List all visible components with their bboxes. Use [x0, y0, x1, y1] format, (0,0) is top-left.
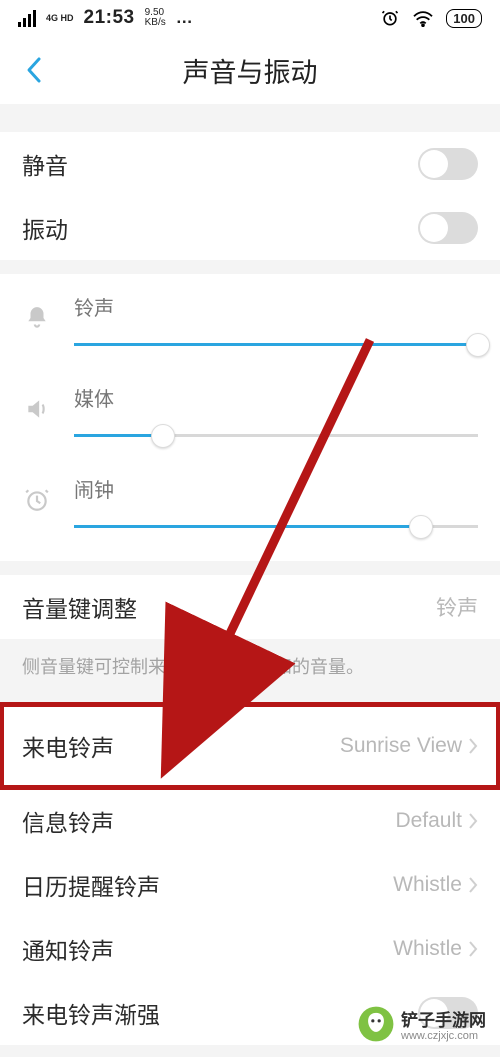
- volume-key-label: 音量键调整: [22, 590, 137, 624]
- volume-key-row[interactable]: 音量键调整 铃声: [0, 575, 500, 639]
- alarm-slider[interactable]: [74, 511, 478, 541]
- media-slider-label: 媒体: [74, 383, 478, 412]
- crescendo-label: 来电铃声渐强: [22, 996, 160, 1030]
- volume-sliders: 铃声 媒体 闹钟: [0, 274, 500, 561]
- notification-ringtone-value: Whistle: [393, 937, 462, 961]
- chevron-right-icon: [468, 940, 478, 958]
- status-bar: 4G HD 21:53 9.50KB/s … 100: [0, 0, 500, 36]
- alarm-slider-row: 闹钟: [0, 456, 500, 561]
- media-slider[interactable]: [74, 420, 478, 450]
- volume-key-note: 侧音量键可控制来电、信息和通知的音量。: [0, 639, 500, 703]
- chevron-right-icon: [468, 812, 478, 830]
- mute-row[interactable]: 静音: [0, 132, 500, 196]
- vibrate-toggle[interactable]: [418, 212, 478, 244]
- back-button[interactable]: [18, 54, 50, 86]
- message-ringtone-label: 信息铃声: [22, 804, 114, 838]
- incoming-ringtone-label: 来电铃声: [22, 729, 114, 763]
- alarm-slider-label: 闹钟: [74, 474, 478, 503]
- ringtone-slider-row: 铃声: [0, 274, 500, 365]
- chevron-right-icon: [468, 737, 478, 755]
- wifi-icon: [412, 9, 434, 27]
- incoming-ringtone-value: Sunrise View: [340, 734, 462, 758]
- mute-toggle[interactable]: [418, 148, 478, 180]
- volume-key-value: 铃声: [436, 592, 478, 622]
- media-slider-row: 媒体: [0, 365, 500, 456]
- alarm-icon: [380, 8, 400, 28]
- chevron-left-icon: [25, 56, 43, 84]
- clock-icon: [22, 480, 52, 520]
- notification-ringtone-row[interactable]: 通知铃声 Whistle: [0, 917, 500, 981]
- network-badge: 4G HD: [46, 14, 74, 23]
- crescendo-row[interactable]: 来电铃声渐强: [0, 981, 500, 1045]
- speaker-icon: [22, 389, 52, 429]
- calendar-ringtone-label: 日历提醒铃声: [22, 868, 160, 902]
- page-title: 声音与振动: [183, 51, 318, 90]
- message-ringtone-value: Default: [395, 809, 462, 833]
- vibrate-row[interactable]: 振动: [0, 196, 500, 260]
- ringtone-list: 来电铃声 Sunrise View 信息铃声 Default 日历提醒铃声 Wh…: [0, 703, 500, 1045]
- chevron-right-icon: [468, 876, 478, 894]
- calendar-ringtone-row[interactable]: 日历提醒铃声 Whistle: [0, 853, 500, 917]
- more-icon: …: [176, 8, 195, 28]
- data-rate: 9.50KB/s: [145, 8, 166, 28]
- title-bar: 声音与振动: [0, 36, 500, 104]
- vibrate-label: 振动: [22, 211, 68, 245]
- bell-icon: [22, 298, 52, 338]
- mute-label: 静音: [22, 147, 68, 181]
- ringtone-slider-label: 铃声: [74, 292, 478, 321]
- notification-ringtone-label: 通知铃声: [22, 932, 114, 966]
- ringtone-slider[interactable]: [74, 329, 478, 359]
- message-ringtone-row[interactable]: 信息铃声 Default: [0, 789, 500, 853]
- toggle-group: 静音 振动: [0, 132, 500, 260]
- crescendo-toggle[interactable]: [418, 997, 478, 1029]
- clock: 21:53: [84, 7, 135, 29]
- incoming-ringtone-row[interactable]: 来电铃声 Sunrise View: [0, 703, 500, 789]
- signal-icon: [18, 9, 36, 27]
- calendar-ringtone-value: Whistle: [393, 873, 462, 897]
- battery-indicator: 100: [446, 9, 482, 28]
